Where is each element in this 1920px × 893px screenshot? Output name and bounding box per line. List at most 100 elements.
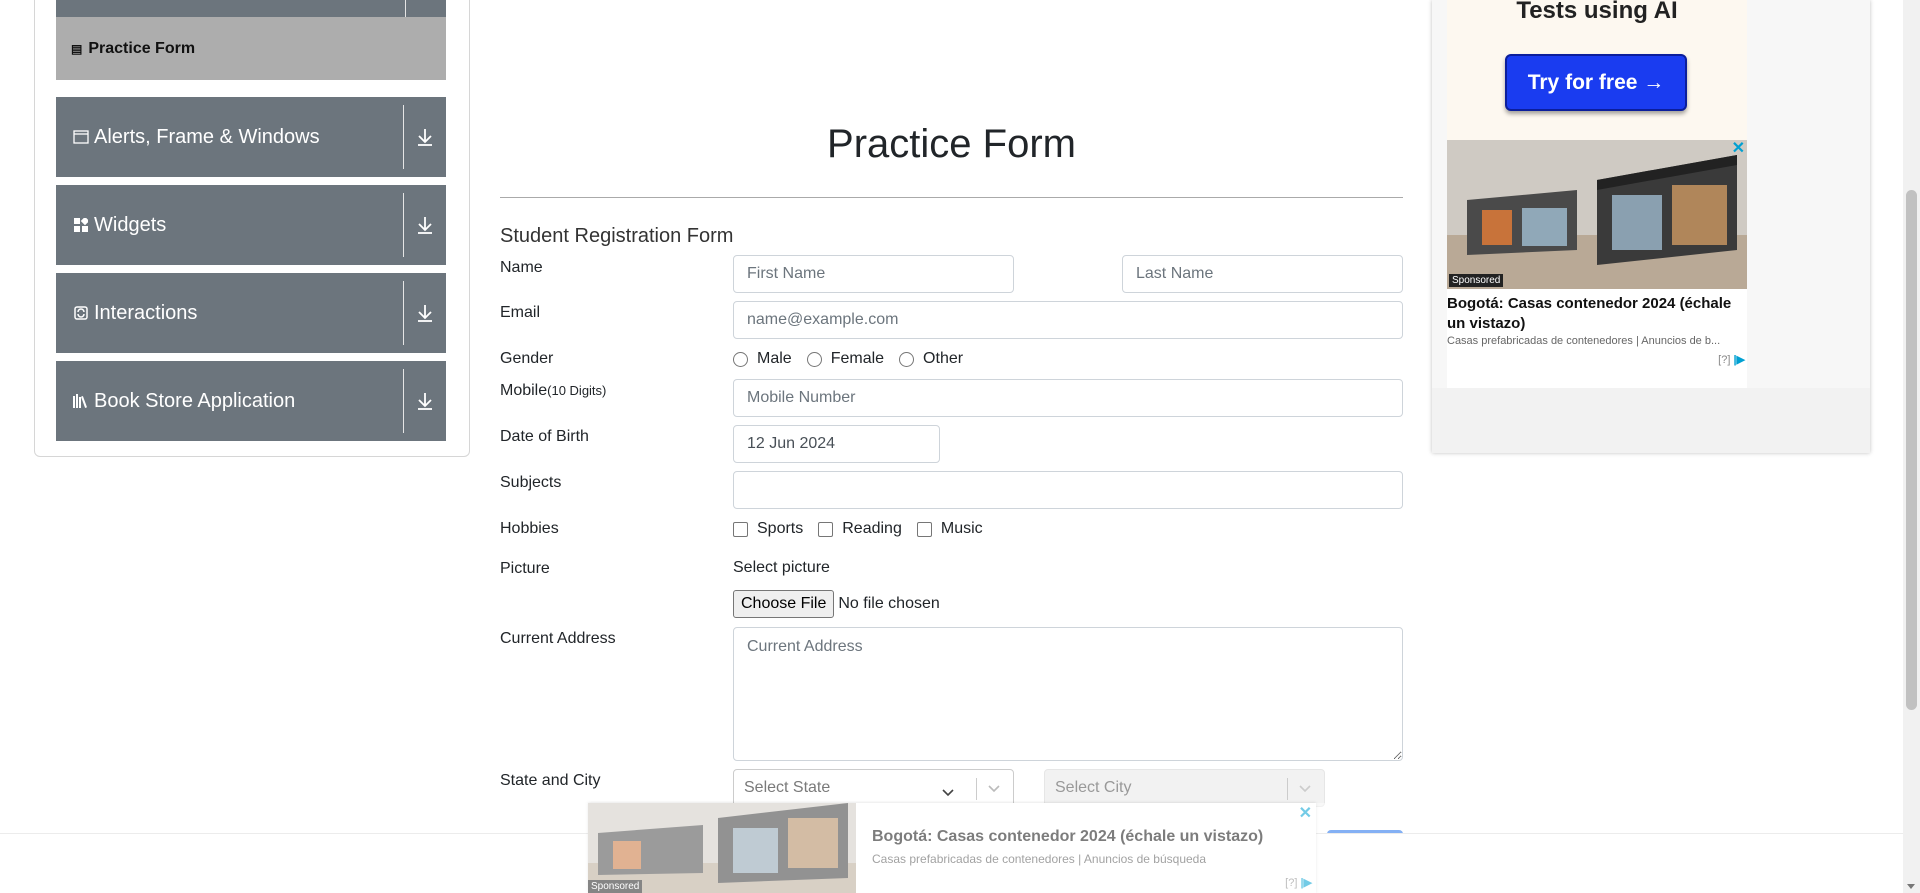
ad-help-text[interactable]: [?]: [1718, 354, 1730, 366]
radio-label[interactable]: Male: [757, 350, 792, 368]
first-name-input[interactable]: [733, 255, 1014, 293]
download-icon[interactable]: [412, 124, 438, 150]
separator: [403, 369, 404, 433]
hobby-reading-option[interactable]: Reading: [818, 520, 902, 538]
sidebar-item-practice-form[interactable]: ▤ Practice Form: [56, 17, 446, 80]
scroll-down-icon[interactable]: [1907, 884, 1915, 889]
address-label: Current Address: [500, 630, 616, 647]
ad-banner[interactable]: Tests using AI Try for free →: [1447, 0, 1747, 140]
sidebar-group-alerts[interactable]: Alerts, Frame & Windows: [56, 97, 446, 177]
last-name-input[interactable]: [1122, 255, 1403, 293]
subjects-input[interactable]: [733, 471, 1403, 509]
gender-male-option[interactable]: Male: [733, 350, 792, 368]
vertical-scrollbar[interactable]: [1903, 0, 1920, 893]
sidebar-group-label: Book Store Application: [94, 389, 296, 412]
select-picture-label: Select picture: [733, 559, 830, 576]
widgets-icon: [73, 217, 89, 233]
sidebar-group-label: Widgets: [94, 213, 167, 236]
file-upload: Choose File No file chosen: [733, 590, 940, 618]
sidebar-group-label: Interactions: [94, 301, 198, 324]
ad-card[interactable]: Sponsored Bogotá: Casas contenedor 2024 …: [1447, 140, 1747, 388]
chevron-down-icon: [988, 785, 1000, 793]
download-icon[interactable]: [412, 212, 438, 238]
hobbies-label: Hobbies: [500, 520, 559, 537]
page: ▤ Practice Form Alerts, Frame & Windows …: [0, 0, 1920, 893]
sidebar-group-label: Alerts, Frame & Windows: [94, 125, 320, 148]
gender-radio-group: Male Female Other: [733, 350, 978, 368]
city-select[interactable]: Select City: [1044, 769, 1325, 807]
mobile-input[interactable]: [733, 379, 1403, 417]
radio-button[interactable]: [733, 351, 748, 367]
advertisement-bottom[interactable]: Sponsored Bogotá: Casas contenedor 2024 …: [588, 803, 1316, 893]
current-address-input[interactable]: [733, 627, 1403, 761]
ad-info-icon[interactable]: [?] |▶: [1285, 876, 1312, 889]
dob-label: Date of Birth: [500, 428, 589, 445]
ad-headline[interactable]: Bogotá: Casas contenedor 2024 (échale un…: [1447, 294, 1747, 334]
hobbies-checkbox-group: Sports Reading Music: [733, 520, 998, 538]
interactions-icon: [73, 305, 89, 321]
download-icon[interactable]: [412, 300, 438, 326]
form-subtitle: Student Registration Form: [500, 225, 734, 247]
choose-file-button[interactable]: Choose File: [733, 590, 835, 618]
try-for-free-button[interactable]: Try for free →: [1505, 54, 1687, 111]
sidebar-group-interactions[interactable]: Interactions: [56, 273, 446, 353]
mobile-hint: (10 Digits): [547, 383, 607, 398]
container-house-image: [1447, 140, 1747, 289]
ad-headline[interactable]: Bogotá: Casas contenedor 2024 (échale un…: [872, 828, 1263, 846]
radio-label[interactable]: Female: [831, 350, 884, 368]
separator: [403, 105, 404, 169]
separator: [403, 281, 404, 345]
ad-help-text[interactable]: [?]: [1285, 877, 1297, 889]
sidebar-item-label: Practice Form: [88, 39, 196, 57]
state-placeholder: Select State: [744, 779, 831, 796]
close-icon[interactable]: ✕: [1732, 138, 1745, 158]
separator: [1287, 778, 1288, 800]
mobile-label-text: Mobile: [500, 382, 548, 399]
gender-female-option[interactable]: Female: [806, 350, 884, 368]
title-divider: [500, 197, 1403, 198]
chevron-down-icon: [1299, 785, 1311, 793]
email-label: Email: [500, 304, 541, 321]
city-placeholder: Select City: [1055, 779, 1132, 796]
email-input[interactable]: [733, 301, 1403, 339]
checkbox-label[interactable]: Sports: [757, 520, 803, 538]
ad-image[interactable]: Sponsored: [1447, 140, 1747, 289]
separator: [403, 193, 404, 257]
radio-label[interactable]: Other: [923, 350, 963, 368]
checkbox[interactable]: [818, 521, 834, 537]
state-city-label: State and City: [500, 772, 601, 789]
separator: [976, 778, 977, 800]
page-title: Practice Form: [827, 122, 1076, 166]
ad-tagline: Tests using AI: [1516, 0, 1678, 24]
hobby-sports-option[interactable]: Sports: [733, 520, 803, 538]
books-icon: [73, 393, 89, 409]
ad-description[interactable]: Casas prefabricadas de contenedores | An…: [1447, 335, 1747, 347]
ad-image[interactable]: Sponsored: [588, 803, 856, 893]
picture-label: Picture: [500, 560, 550, 577]
ad-info-icon[interactable]: [?] |▶: [1718, 353, 1745, 366]
checkbox[interactable]: [733, 521, 748, 537]
advertisement-right[interactable]: Tests using AI Try for free → Sponsored: [1432, 0, 1870, 453]
radio-button[interactable]: [806, 351, 822, 367]
separator: [405, 0, 406, 17]
sidebar-group-book-store[interactable]: Book Store Application: [56, 361, 446, 441]
checkbox-label[interactable]: Reading: [842, 520, 902, 538]
chevron-down-icon: [942, 789, 954, 797]
checkbox[interactable]: [916, 521, 932, 537]
close-icon[interactable]: ✕: [1299, 803, 1312, 823]
gender-label: Gender: [500, 350, 554, 367]
sidebar-group-forms[interactable]: [56, 0, 446, 17]
radio-button[interactable]: [899, 351, 915, 367]
window-icon: [73, 129, 89, 145]
subjects-label: Subjects: [500, 474, 562, 491]
scroll-thumb[interactable]: [1906, 190, 1917, 710]
sidebar-group-widgets[interactable]: Widgets: [56, 185, 446, 265]
ad-description[interactable]: Casas prefabricadas de contenedores | An…: [872, 852, 1206, 866]
checkbox-label[interactable]: Music: [941, 520, 983, 538]
ad-background: [1432, 388, 1870, 453]
gender-other-option[interactable]: Other: [899, 350, 963, 368]
hobby-music-option[interactable]: Music: [916, 520, 983, 538]
download-icon[interactable]: [412, 388, 438, 414]
date-of-birth-input[interactable]: [733, 425, 940, 463]
state-select[interactable]: Select State: [733, 769, 1014, 807]
